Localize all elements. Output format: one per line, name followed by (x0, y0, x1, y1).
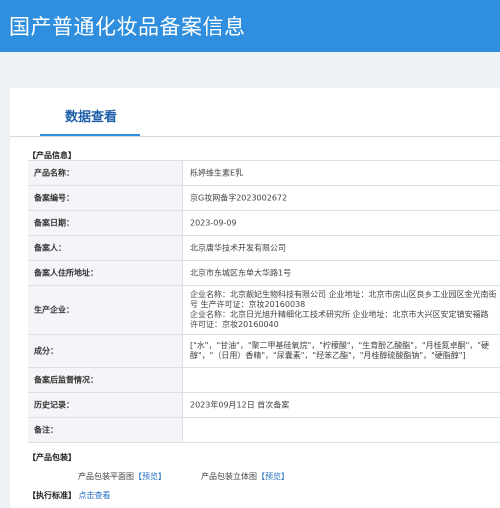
table-row: 成分： ["水"，"甘油"，"聚二甲基硅氧烷"，"柠檬酸"，"生育酚乙酸酯"，"… (28, 334, 500, 367)
row-label: 备案人住所地址： (28, 261, 183, 285)
label-filing-number: 备案编号： (34, 193, 74, 203)
packaging-3d-preview-link[interactable]: 【预览】 (257, 472, 289, 481)
label-remarks: 备注： (34, 425, 58, 435)
row-label: 生产企业： (28, 286, 183, 334)
label-ingredients: 成分： (34, 346, 58, 356)
value-filer: 北京唐华技术开发有限公司 (190, 243, 286, 253)
standard-view-link[interactable]: 点击查看 (79, 491, 111, 500)
manufacturer-line: 号 生产许可证：京妆20160038 (190, 300, 306, 309)
value-history: 2023年09月12日 首次备案 (190, 400, 290, 410)
packaging-3d-label: 产品包装立体图 (201, 472, 257, 481)
page-title: 国产普通化妆品备案信息 (9, 15, 246, 39)
value-filer-address: 北京市东城区东单大华路1号 (190, 268, 292, 278)
row-label: 历史记录： (28, 393, 183, 417)
value-product-name: 栎婷维生素E乳 (190, 168, 244, 178)
tab-data-view[interactable]: 数据查看 (58, 106, 124, 125)
table-row: 产品名称： 栎婷维生素E乳 (28, 160, 500, 185)
table-row: 备案人住所地址： 北京市东城区东单大华路1号 (28, 260, 500, 285)
row-label: 成分： (28, 335, 183, 367)
value-manufacturer: 企业名称：北京靓妃生物科技有限公司 企业地址：北京市房山区良乡工业园区金光南街 … (190, 290, 497, 330)
value-filing-date: 2023-09-09 (190, 218, 237, 228)
manufacturer-line: 企业名称：北京靓妃生物科技有限公司 企业地址：北京市房山区良乡工业园区金光南街 (190, 290, 497, 299)
standard-section-title: 【执行标准】 (28, 491, 76, 500)
table-row: 备案日期： 2023-09-09 (28, 210, 500, 235)
product-info-table: 产品名称： 栎婷维生素E乳 备案编号： 京G妆网备字2023002672 备案日… (28, 160, 500, 443)
table-row: 备案人： 北京唐华技术开发有限公司 (28, 235, 500, 260)
table-row: 生产企业： 企业名称：北京靓妃生物科技有限公司 企业地址：北京市房山区良乡工业园… (28, 285, 500, 334)
ingredients-line: ["水"，"甘油"，"聚二甲基硅氧烷"，"柠檬酸"，"生育酚乙酸酯"，"月桂氮卓… (190, 341, 489, 350)
label-supervision: 备案后监督情况： (34, 375, 98, 385)
standard-row: 【执行标准】 点击查看 (28, 490, 111, 501)
row-label: 备案日期： (28, 211, 183, 235)
tab-divider (10, 136, 500, 137)
ingredients-line: 醇"，"（日用）香精"，"尿囊素"，"羟苯乙酯"，"月桂醇硫酸酯钠"，"硬脂醇"… (190, 351, 466, 360)
table-row: 备案编号： 京G妆网备字2023002672 (28, 185, 500, 210)
header-bar: 国产普通化妆品备案信息 (0, 0, 500, 52)
packaging-section-title: 【产品包装】 (28, 453, 76, 462)
table-row: 备案后监督情况： (28, 367, 500, 392)
table-row: 备注： (28, 417, 500, 443)
label-filer-address: 备案人住所地址： (34, 268, 98, 278)
row-label: 备案人： (28, 236, 183, 260)
packaging-flat-label: 产品包装平面图 (78, 472, 134, 481)
packaging-3d-item: 产品包装立体图【预览】 (201, 471, 289, 482)
value-ingredients: ["水"，"甘油"，"聚二甲基硅氧烷"，"柠檬酸"，"生育酚乙酸酯"，"月桂氮卓… (190, 341, 489, 361)
label-filing-date: 备案日期： (34, 218, 74, 228)
row-label: 备注： (28, 418, 183, 442)
manufacturer-line: 企业名称：北京日光旭升精细化工技术研究所 企业地址：北京市大兴区安定镇安福路 (190, 310, 489, 319)
label-manufacturer: 生产企业： (34, 305, 74, 315)
manufacturer-line: 许可证：京妆20160040 (190, 320, 279, 329)
table-row: 历史记录： 2023年09月12日 首次备案 (28, 392, 500, 417)
row-label: 产品名称： (28, 161, 183, 185)
label-filer: 备案人： (34, 243, 66, 253)
packaging-flat-item: 产品包装平面图【预览】 (78, 471, 166, 482)
label-product-name: 产品名称： (34, 168, 74, 178)
packaging-flat-preview-link[interactable]: 【预览】 (134, 472, 166, 481)
row-label: 备案后监督情况： (28, 368, 183, 392)
value-filing-number: 京G妆网备字2023002672 (190, 193, 288, 203)
label-history: 历史记录： (34, 400, 74, 410)
row-label: 备案编号： (28, 186, 183, 210)
